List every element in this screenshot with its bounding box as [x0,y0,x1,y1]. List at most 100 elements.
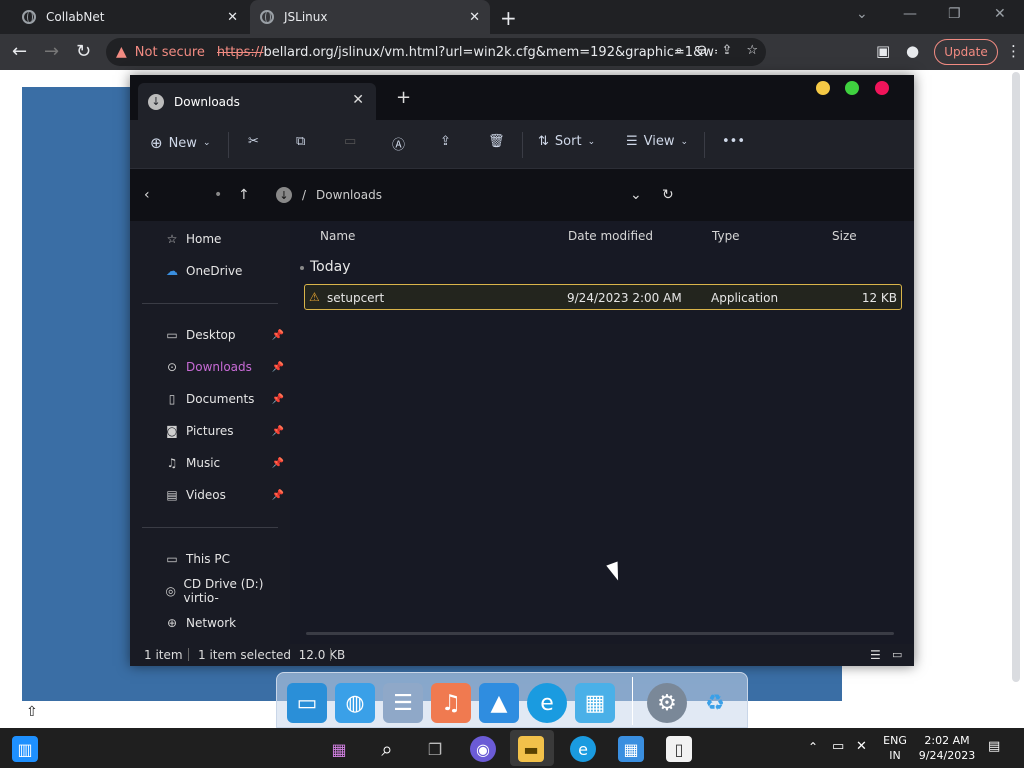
zoom-icon[interactable]: ⊖ [697,43,708,58]
recycle-bin-icon[interactable]: ♻ [695,683,735,723]
nav-item-onedrive[interactable]: ☁ OneDrive [164,261,284,281]
language-indicator[interactable]: ENG IN [882,733,908,763]
sidebar-icon[interactable]: ▣ [876,42,890,60]
file-list-pane[interactable]: Name Date modified Type Size Today ⚠ set… [290,221,914,644]
up-arrow-icon[interactable]: ↑ [238,187,250,203]
page-scrollbar[interactable] [1012,72,1020,682]
new-tab-icon[interactable]: + [396,87,411,108]
update-button[interactable]: Update [934,39,998,65]
view-button[interactable]: ☰ View ⌄ [626,134,688,149]
pin-icon[interactable]: 📌 [272,458,284,469]
profile-icon[interactable]: ● [906,42,919,60]
pin-icon[interactable]: 📌 [272,394,284,405]
minimize-dot-icon[interactable] [816,81,830,95]
edge-icon[interactable]: e [570,736,596,762]
column-header-date[interactable]: Date modified [568,229,653,243]
store-icon[interactable]: ▦ [618,736,644,762]
nav-item-network[interactable]: ⊕ Network [164,613,284,633]
forward-icon[interactable]: • [214,187,222,203]
nav-item-home[interactable]: ☆ Home [164,229,284,249]
close-dot-icon[interactable] [875,81,889,95]
share-icon[interactable]: ⇪ [440,134,451,149]
copy-icon[interactable]: ⧉ [296,134,305,149]
nav-item-cd-drive[interactable]: ◎ CD Drive (D:) virtio- [164,577,284,605]
close-icon[interactable]: ✕ [352,92,364,108]
share-icon[interactable]: ⇪ [721,43,732,58]
back-icon[interactable]: ← [12,41,27,62]
close-icon[interactable]: ✕ [227,10,238,25]
breadcrumb-current[interactable]: Downloads [316,188,382,202]
reload-icon[interactable]: ↻ [76,41,91,62]
delete-icon[interactable]: 🗑 [488,134,505,149]
monitor-icon[interactable]: ▭ [287,683,327,723]
nav-item-documents[interactable]: ▯ Documents 📌 [164,389,284,409]
pin-icon[interactable]: 📌 [272,362,284,373]
chevron-up-icon[interactable]: ⌃ [808,740,818,754]
file-row-setupcert[interactable]: ⚠ setupcert 9/24/2023 2:00 AM Applicatio… [304,284,902,310]
widgets-icon[interactable]: ▦ [326,736,352,762]
nav-item-videos[interactable]: ▤ Videos 📌 [164,485,284,505]
breadcrumb[interactable]: ↓ / Downloads [276,187,382,203]
more-options-icon[interactable]: ••• [722,134,745,149]
notepad-icon[interactable]: ▯ [666,736,692,762]
photos-icon[interactable]: ▲ [479,683,519,723]
tiles-view-icon[interactable]: ▭ [892,648,902,661]
nav-item-music[interactable]: ♫ Music 📌 [164,453,284,473]
volume-muted-icon[interactable]: ✕ [856,739,867,754]
pin-icon[interactable]: 📌 [272,426,284,437]
start-icon[interactable]: ▥ [12,736,38,762]
close-window-icon[interactable]: ✕ [994,6,1006,22]
dashboard-icon[interactable]: ▦ [575,683,615,723]
nav-item-this-pc[interactable]: ▭ This PC [164,549,284,569]
back-icon[interactable]: ‹ [144,187,150,203]
details-view-icon[interactable]: ☰ [870,648,881,662]
nav-item-downloads[interactable]: ⊙ Downloads 📌 [164,357,284,377]
explorer-tab-downloads[interactable]: ↓ Downloads ✕ [138,83,376,120]
search-icon[interactable]: ⌕ [675,43,682,58]
tab-collabnet[interactable]: CollabNet ✕ [0,0,248,34]
network-globe-icon[interactable]: ◍ [335,683,375,723]
rename-icon[interactable]: Ⓐ [392,134,405,153]
group-header-today[interactable]: Today [300,259,351,275]
url-text[interactable]: https://bellard.org/jslinux/vm.html?url=… [217,45,717,60]
upload-icon[interactable]: ⇧ [26,704,38,720]
menu-kebab-icon[interactable]: ⋮ [1006,42,1021,60]
tab-jslinux[interactable]: JSLinux ✕ [250,0,490,34]
paste-icon[interactable]: ▭ [344,134,356,149]
address-bar[interactable]: ▲ Not secure https://bellard.org/jslinux… [106,38,766,66]
column-header-type[interactable]: Type [712,229,740,243]
new-button[interactable]: ⊕ New ⌄ [150,134,210,152]
security-label[interactable]: Not secure [135,45,205,60]
cut-icon[interactable]: ✂ [248,134,259,149]
clock[interactable]: 2:02 AM 9/24/2023 [918,733,976,763]
notification-icon[interactable]: ▤ [988,739,1000,754]
music-icon[interactable]: ♫ [431,683,471,723]
pin-icon[interactable]: 📌 [272,330,284,341]
refresh-icon[interactable]: ↻ [662,187,674,203]
sort-button[interactable]: ⇅ Sort ⌄ [538,134,595,149]
search-icon[interactable]: ⌕ [374,736,400,762]
restore-icon[interactable]: ❐ [948,6,961,22]
bookmark-star-icon[interactable]: ☆ [746,43,758,58]
edge-browser-icon[interactable]: e [527,683,567,723]
file-cabinet-icon[interactable]: ☰ [383,683,423,723]
chevron-down-icon[interactable]: ⌄ [630,187,642,203]
task-view-icon[interactable]: ❐ [422,736,448,762]
column-header-size[interactable]: Size [832,229,857,243]
maximize-dot-icon[interactable] [845,81,859,95]
chat-icon[interactable]: ◉ [470,736,496,762]
tab-title: CollabNet [46,10,105,24]
new-tab-icon[interactable]: + [500,6,517,30]
horizontal-scrollbar[interactable] [306,632,894,635]
minimize-icon[interactable]: — [903,6,917,22]
nav-item-desktop[interactable]: ▭ Desktop 📌 [164,325,284,345]
pin-icon[interactable]: 📌 [272,490,284,501]
file-explorer-icon[interactable]: ▬ [518,736,544,762]
settings-gear-icon[interactable]: ⚙ [647,683,687,723]
close-icon[interactable]: ✕ [469,10,480,25]
display-icon[interactable]: ▭ [832,739,844,754]
chevron-down-icon[interactable]: ⌄ [856,6,868,22]
nav-item-pictures[interactable]: ◙ Pictures 📌 [164,421,284,441]
forward-icon[interactable]: → [44,41,59,62]
column-header-name[interactable]: Name [320,229,355,243]
